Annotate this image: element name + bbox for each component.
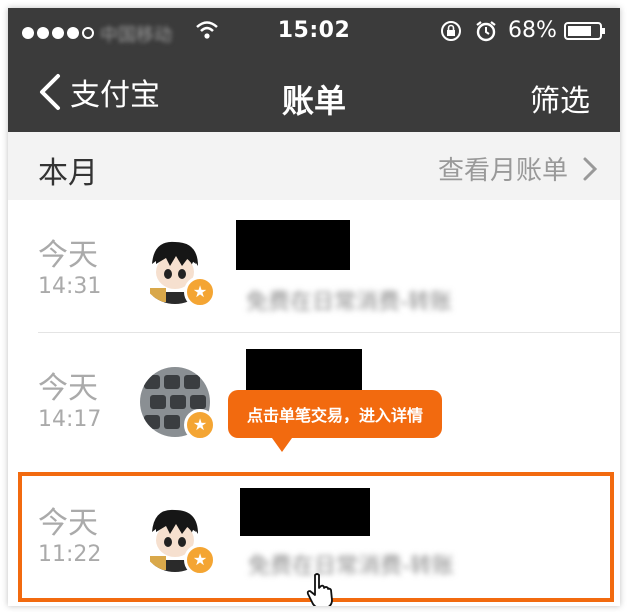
chevron-right-icon [583,157,598,180]
page-title: 账单 [281,82,346,120]
star-badge-icon: ★ [184,409,216,441]
transaction-row[interactable]: 今天 14:31 ★ 免费在日常消费-转账 [8,200,620,332]
filter-button[interactable]: 筛选 [530,76,590,120]
transaction-time: 14:31 [38,274,102,299]
avatar: ★ [140,234,216,308]
phone-screen: 中国移动 15:02 68% 支付宝 账单 筛选 本月 查看月账单 今天 14:… [8,8,620,606]
avatar: ★ [140,367,216,441]
star-badge-icon: ★ [184,276,216,308]
navigation-bar: 支付宝 账单 筛选 [8,54,620,132]
transaction-time: 14:17 [38,407,102,432]
view-monthly-bill-link[interactable]: 查看月账单 [438,150,598,187]
battery-percentage: 68% [508,18,557,43]
hint-tooltip: 点击单笔交易，进入详情 [228,390,442,452]
view-monthly-bill-label: 查看月账单 [437,156,568,186]
transaction-detail: 免费在日常消费-转账 [246,290,452,315]
transaction-day: 今天 [38,371,98,406]
status-bar: 中国移动 15:02 68% [8,8,620,54]
rotation-lock-icon [441,21,461,41]
month-label: 本月 [38,156,98,191]
hint-tooltip-text: 点击单笔交易，进入详情 [246,406,423,425]
pointer-cursor-icon [306,573,333,606]
redacted-name [236,220,350,270]
transaction-day: 今天 [38,238,98,273]
month-section-header: 本月 查看月账单 [8,132,620,201]
alarm-icon [476,21,496,42]
battery-icon [564,22,605,40]
